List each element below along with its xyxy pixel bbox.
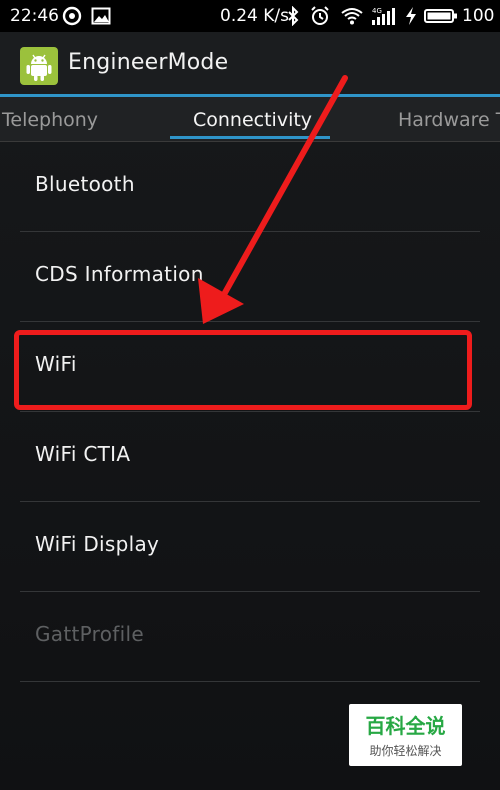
list-item-cds-information[interactable]: CDS Information	[0, 232, 500, 322]
signal-type-label: 4G	[372, 7, 382, 15]
battery-percent: 100	[462, 6, 495, 26]
charging-icon	[406, 7, 416, 25]
list-divider	[20, 681, 480, 682]
wifi-signal-icon	[341, 8, 363, 25]
status-bar: 22:46 0.24 K/s 4G 100	[0, 0, 500, 32]
tab-telephony[interactable]: Telephony	[2, 109, 98, 131]
baike-watermark: 百科全说 助你轻松解决	[349, 704, 462, 766]
alarm-icon	[311, 6, 329, 25]
list-item-label: WiFi Display	[35, 532, 160, 556]
battery-icon	[424, 9, 457, 23]
status-time: 22:46	[10, 6, 59, 26]
cellular-signal-icon: 4G	[372, 7, 395, 25]
action-bar: EngineerMode	[0, 32, 500, 95]
list-item-label: CDS Information	[35, 262, 204, 286]
android-app-icon	[20, 47, 58, 85]
list-item-wifi-ctia[interactable]: WiFi CTIA	[0, 412, 500, 502]
wifi-highlight-box	[14, 330, 472, 410]
list-item-bluetooth[interactable]: Bluetooth	[0, 142, 500, 232]
app-title: EngineerMode	[68, 50, 229, 75]
engineer-mode-screen: 22:46 0.24 K/s 4G 100 EngineerMode Telep…	[0, 0, 500, 790]
tab-strip: Telephony Connectivity Hardware T	[0, 97, 500, 142]
notification-icon	[62, 6, 82, 26]
watermark-subtitle: 助你轻松解决	[369, 744, 442, 758]
list-item-label: Bluetooth	[35, 172, 135, 196]
tab-hardware[interactable]: Hardware T	[398, 109, 500, 131]
network-speed: 0.24 K/s	[220, 6, 289, 26]
list-item-label: GattProfile	[35, 622, 144, 646]
tab-connectivity[interactable]: Connectivity	[193, 109, 312, 131]
bluetooth-icon	[288, 6, 299, 26]
active-tab-indicator	[170, 136, 330, 139]
list-item-label: WiFi CTIA	[35, 442, 131, 466]
list-item-gattprofile: GattProfile	[0, 592, 500, 682]
list-item-wifi-display[interactable]: WiFi Display	[0, 502, 500, 592]
watermark-title: 百科全说	[365, 714, 446, 738]
image-icon	[91, 7, 111, 25]
